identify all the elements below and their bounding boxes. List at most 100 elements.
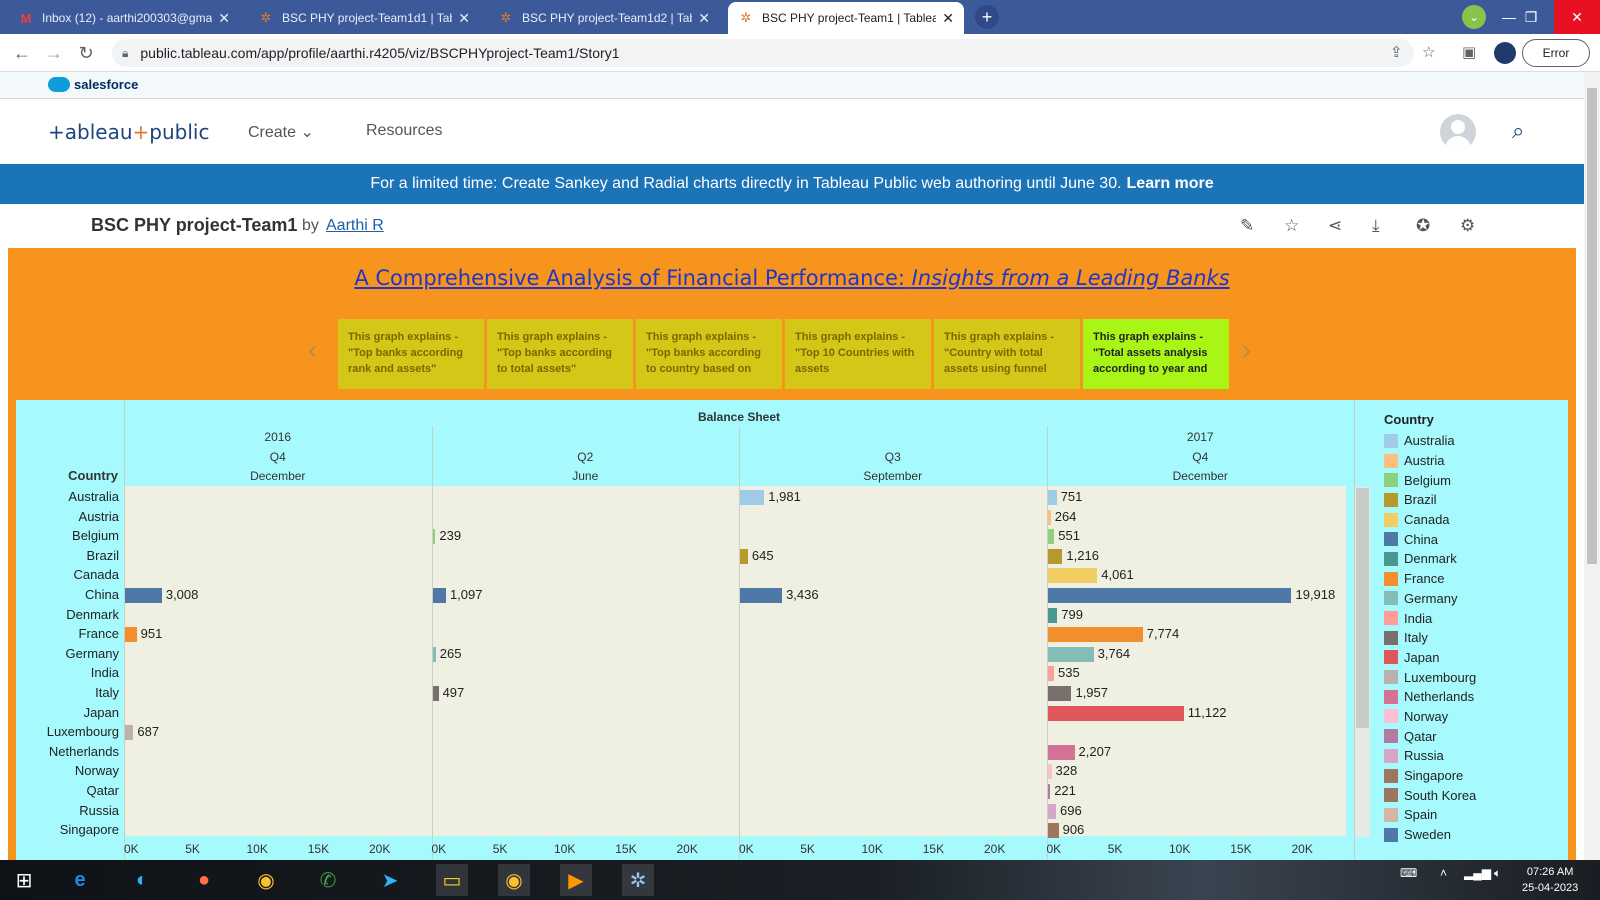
legend-item[interactable]: Netherlands <box>1384 687 1554 707</box>
bar[interactable] <box>1047 568 1098 584</box>
share-icon[interactable]: ⇪ <box>1390 43 1403 61</box>
whatsapp-icon[interactable]: ✆ <box>312 864 344 896</box>
bar[interactable] <box>125 588 162 603</box>
nav-resources[interactable]: Resources <box>366 122 442 140</box>
bar[interactable] <box>740 548 748 564</box>
page-scrollbar[interactable] <box>1584 72 1600 860</box>
legend-item[interactable]: Canada <box>1384 510 1554 530</box>
legend-item[interactable]: Belgium <box>1384 470 1554 490</box>
bar[interactable] <box>740 490 765 505</box>
legend-item[interactable]: Australia <box>1384 431 1554 451</box>
bar[interactable] <box>1047 744 1075 760</box>
bar[interactable] <box>740 588 783 603</box>
restore-button[interactable]: ❐ <box>1516 0 1546 34</box>
author-link[interactable]: Aarthi R <box>326 217 384 235</box>
learn-more-link[interactable]: Learn more <box>1127 175 1214 193</box>
bar[interactable] <box>125 627 137 643</box>
badge-icon[interactable]: ✪ <box>1416 216 1430 236</box>
keyboard-icon[interactable]: ⌨ <box>1400 866 1417 880</box>
bar[interactable] <box>1047 784 1051 799</box>
telegram-icon[interactable]: ➤ <box>374 864 406 896</box>
back-button[interactable]: ← <box>10 42 34 64</box>
tab-search-button[interactable]: ⌄ <box>1462 5 1486 29</box>
file-explorer-icon[interactable]: ▭ <box>436 864 468 896</box>
legend-item[interactable]: Germany <box>1384 589 1554 609</box>
legend-item[interactable]: Brazil <box>1384 490 1554 510</box>
reload-button[interactable]: ↻ <box>74 42 98 64</box>
bar[interactable] <box>1047 705 1184 721</box>
legend-item[interactable]: China <box>1384 529 1554 549</box>
legend-item[interactable]: Qatar <box>1384 726 1554 746</box>
chevron-up-icon[interactable]: ˄ <box>1440 866 1447 880</box>
bar[interactable] <box>432 588 446 603</box>
legend-item[interactable]: Denmark <box>1384 549 1554 569</box>
legend-item[interactable]: Austria <box>1384 451 1554 471</box>
bar[interactable] <box>1047 764 1052 780</box>
story-next-arrow-icon[interactable]: › <box>1242 334 1251 366</box>
bar[interactable] <box>1047 588 1292 603</box>
salesforce-logo[interactable]: salesforce <box>48 77 138 92</box>
download-icon[interactable]: ⤓ <box>1372 216 1380 236</box>
chrome-active-icon[interactable]: ◉ <box>498 864 530 896</box>
user-avatar[interactable] <box>1440 114 1476 150</box>
legend-item[interactable]: Norway <box>1384 707 1554 727</box>
legend-item[interactable]: Singapore <box>1384 766 1554 786</box>
windows-start-icon[interactable]: ⊞ <box>8 864 40 896</box>
bar[interactable] <box>1047 627 1143 643</box>
media-player-icon[interactable]: ▶ <box>560 864 592 896</box>
tableau-public-logo[interactable]: +ableau+public <box>48 120 209 144</box>
window-close-button[interactable]: ✕ <box>1554 0 1600 34</box>
close-icon[interactable]: ✕ <box>698 10 710 27</box>
story-point-2[interactable]: This graph explains - "Top banks accordi… <box>487 319 633 389</box>
bar[interactable] <box>1047 490 1057 505</box>
browser-tab-team1d2[interactable]: ✲ BSC PHY project-Team1d2 | Table ✕ <box>488 2 720 34</box>
bar[interactable] <box>125 725 134 741</box>
legend-item[interactable]: Japan <box>1384 648 1554 668</box>
legend-item[interactable]: South Korea <box>1384 785 1554 805</box>
volume-icon[interactable]: 🔈︎ <box>1494 866 1501 881</box>
legend-item[interactable]: Spain <box>1384 805 1554 825</box>
taskbar-clock[interactable]: 07:26 AM 25-04-2023 <box>1522 864 1578 896</box>
story-title-link[interactable]: A Comprehensive Analysis of Financial Pe… <box>8 266 1576 290</box>
share-icon[interactable]: ⋖ <box>1328 216 1342 236</box>
edge-icon[interactable]: ◐ <box>126 864 158 896</box>
story-point-6[interactable]: This graph explains - "Total assets anal… <box>1083 319 1229 389</box>
story-point-1[interactable]: This graph explains - "Top banks accordi… <box>338 319 484 389</box>
url-field[interactable]: 🔒︎ public.tableau.com/app/profile/aarthi… <box>112 39 1414 67</box>
bar[interactable] <box>1047 548 1063 564</box>
browser-tab-gmail[interactable]: M Inbox (12) - aarthi200303@gmail ✕ <box>8 2 240 34</box>
legend-item[interactable]: India <box>1384 608 1554 628</box>
new-tab-button[interactable]: + <box>975 5 999 29</box>
bar[interactable] <box>1047 646 1094 662</box>
legend-item[interactable]: Luxembourg <box>1384 667 1554 687</box>
page-scroll-thumb[interactable] <box>1587 88 1597 564</box>
bar[interactable] <box>1047 686 1072 701</box>
bar[interactable] <box>1047 529 1055 545</box>
close-icon[interactable]: ✕ <box>458 10 470 27</box>
chrome-icon[interactable]: ◉ <box>250 864 282 896</box>
settings-gear-icon[interactable]: ⚙ <box>1460 216 1475 236</box>
story-prev-arrow-icon[interactable]: ‹ <box>308 334 317 366</box>
internet-explorer-icon[interactable]: e <box>64 864 96 896</box>
error-button[interactable]: Error <box>1522 39 1590 67</box>
close-icon[interactable]: ✕ <box>218 10 230 27</box>
bar[interactable] <box>1047 803 1057 819</box>
profile-avatar[interactable] <box>1494 42 1516 64</box>
story-point-5[interactable]: This graph explains - "Country with tota… <box>934 319 1080 389</box>
browser-tab-team1[interactable]: ✲ BSC PHY project-Team1 | Tableau ✕ <box>728 2 964 34</box>
network-icon[interactable]: ▂▄▆ <box>1464 866 1491 880</box>
bar[interactable] <box>1047 666 1055 682</box>
side-panel-icon[interactable]: ▣ <box>1462 43 1476 61</box>
story-point-3[interactable]: This graph explains - "Top banks accordi… <box>636 319 782 389</box>
close-icon[interactable]: ✕ <box>942 10 954 27</box>
bar[interactable] <box>1047 823 1059 839</box>
legend-item[interactable]: Russia <box>1384 746 1554 766</box>
legend-item[interactable]: France <box>1384 569 1554 589</box>
edit-icon[interactable]: ✎ <box>1240 216 1254 236</box>
firefox-icon[interactable]: ● <box>188 864 220 896</box>
bar[interactable] <box>432 686 439 701</box>
bar[interactable] <box>1047 509 1051 525</box>
bar[interactable] <box>432 529 436 545</box>
tableau-app-icon[interactable]: ✲ <box>622 864 654 896</box>
legend-item[interactable]: Sweden <box>1384 825 1554 845</box>
